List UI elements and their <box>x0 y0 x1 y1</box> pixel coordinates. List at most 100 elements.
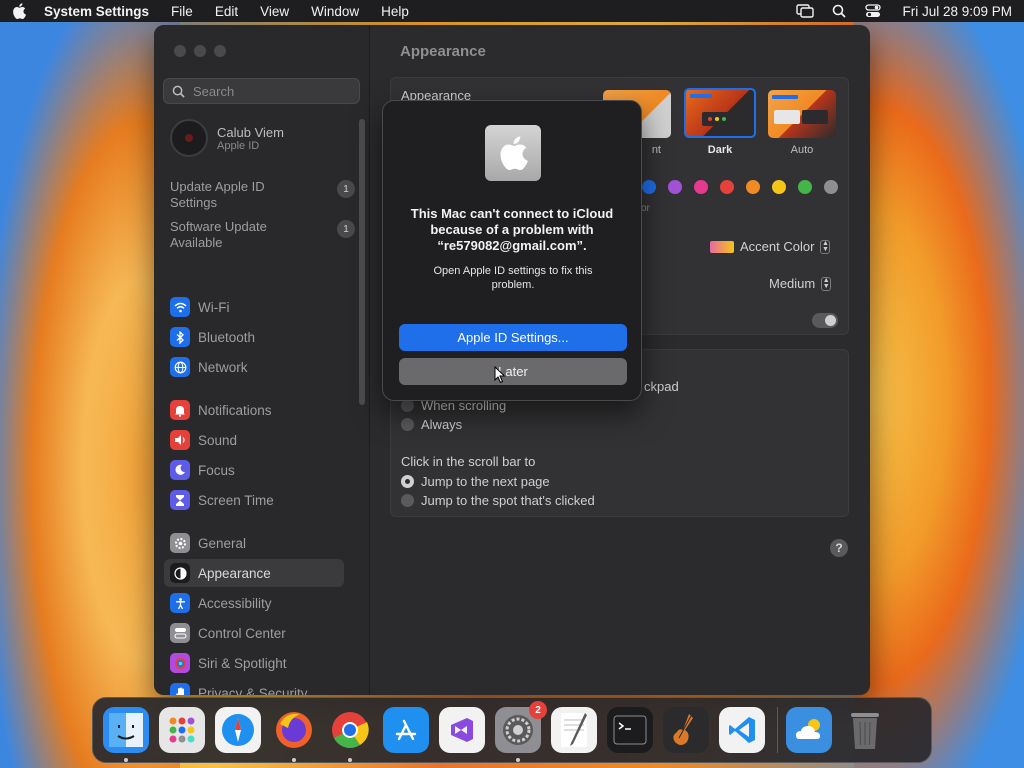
safari-icon[interactable] <box>215 707 261 753</box>
sidebar-item-label: General <box>198 535 247 551</box>
menu-help[interactable]: Help <box>381 4 409 19</box>
sidebar-item-label: Focus <box>198 462 235 478</box>
theme-dark-thumbnail[interactable] <box>684 88 756 138</box>
menu-app-name[interactable]: System Settings <box>44 4 149 19</box>
notice-count-badge: 1 <box>337 220 355 238</box>
accent-color-swatch[interactable] <box>642 180 656 194</box>
sidebar-item-bluetooth[interactable]: Bluetooth <box>164 323 344 351</box>
radio-always[interactable]: Always <box>401 417 462 432</box>
control-center-icon[interactable] <box>864 4 882 18</box>
menu-view[interactable]: View <box>260 4 289 19</box>
apple-id-profile[interactable]: Calub Viem Apple ID <box>170 119 284 157</box>
accent-color-swatch[interactable] <box>668 180 682 194</box>
menu-window[interactable]: Window <box>311 4 359 19</box>
bluetooth-icon <box>170 327 190 347</box>
sidebar-item-label: Sound <box>198 432 238 448</box>
theme-auto-thumbnail[interactable] <box>768 90 836 138</box>
radio-jump-next-page[interactable]: Jump to the next page <box>401 474 550 489</box>
terminal-icon[interactable] <box>607 707 653 753</box>
accent-color-swatch[interactable] <box>798 180 812 194</box>
sidebar-item-focus[interactable]: Focus <box>164 456 344 484</box>
search-field[interactable] <box>163 78 360 104</box>
notice-update-apple-id[interactable]: Update Apple ID Settings 1 <box>170 179 355 211</box>
running-indicator <box>516 758 520 762</box>
accent-color-swatch[interactable] <box>824 180 838 194</box>
visual-studio-icon[interactable] <box>439 707 485 753</box>
apple-menu-icon[interactable] <box>12 3 26 19</box>
sidebar-item-sound[interactable]: Sound <box>164 426 344 454</box>
scroll-bars-partial-label: ckpad <box>644 379 679 394</box>
sidebar-item-control-center[interactable]: Control Center <box>164 619 344 647</box>
window-controls <box>174 45 226 57</box>
sidebar-item-label: Network <box>198 359 248 375</box>
dialog-title: This Mac can't connect to iCloud because… <box>410 206 614 253</box>
vscode-icon[interactable] <box>719 707 765 753</box>
hand-icon <box>170 683 190 695</box>
running-indicator <box>124 758 128 762</box>
menu-bar: System Settings File Edit View Window He… <box>0 0 1024 22</box>
launchpad-icon[interactable] <box>159 707 205 753</box>
theme-dark-label: Dark <box>707 144 733 156</box>
sidebar-item-privacy-security[interactable]: Privacy & Security <box>164 679 344 695</box>
dialog-message: Open Apple ID settings to fix this probl… <box>433 265 593 291</box>
avatar <box>170 119 208 157</box>
moon-icon <box>170 460 190 480</box>
radio-indicator <box>401 418 414 431</box>
zoom-button[interactable] <box>214 45 226 57</box>
sidebar: Calub Viem Apple ID Update Apple ID Sett… <box>154 25 370 695</box>
wallpaper-left <box>0 22 180 768</box>
radio-indicator <box>401 494 414 507</box>
spotlight-search-icon[interactable] <box>830 4 848 18</box>
garageband-icon[interactable] <box>663 707 709 753</box>
sidebar-item-label: Appearance <box>198 565 271 581</box>
chrome-icon[interactable] <box>327 707 373 762</box>
sidebar-item-network[interactable]: Network <box>164 353 344 381</box>
accessibility-icon <box>170 593 190 613</box>
sidebar-item-general[interactable]: General <box>164 529 344 557</box>
system-settings-icon[interactable]: 2 <box>495 701 547 762</box>
profile-name: Calub Viem <box>217 124 284 140</box>
search-input[interactable] <box>193 83 343 99</box>
menu-clock[interactable]: Fri Jul 28 9:09 PM <box>902 4 1012 19</box>
screen-mirroring-icon[interactable] <box>796 4 815 18</box>
firefox-icon[interactable] <box>271 707 317 762</box>
sidebar-item-siri-spotlight[interactable]: Siri & Spotlight <box>164 649 344 677</box>
accent-color-swatch[interactable] <box>746 180 760 194</box>
running-indicator <box>292 758 296 762</box>
sidebar-item-notifications[interactable]: Notifications <box>164 396 344 424</box>
textedit-icon[interactable] <box>551 707 597 753</box>
radio-jump-spot-clicked[interactable]: Jump to the spot that's clicked <box>401 493 595 508</box>
weather-icon[interactable] <box>786 707 832 753</box>
chevron-updown-icon: ▲ ▼ <box>821 276 832 291</box>
wallpaper-tinting-toggle[interactable] <box>812 313 838 328</box>
trash-icon[interactable] <box>842 707 888 753</box>
accent-color-swatch[interactable] <box>694 180 708 194</box>
sidebar-item-accessibility[interactable]: Accessibility <box>164 589 344 617</box>
menu-file[interactable]: File <box>171 4 193 19</box>
highlight-color-popup[interactable]: Accent Color ▲ ▼ <box>710 239 831 254</box>
finder-icon[interactable] <box>103 707 149 762</box>
close-button[interactable] <box>174 45 186 57</box>
sidebar-item-label: Control Center <box>198 625 286 641</box>
sidebar-item-label: Privacy & Security <box>198 685 308 696</box>
help-button[interactable]: ? <box>830 539 848 557</box>
notice-software-update[interactable]: Software Update Available 1 <box>170 219 355 251</box>
radio-label: Jump to the next page <box>421 474 550 489</box>
globe-icon <box>170 357 190 377</box>
later-button[interactable]: Later <box>399 358 627 385</box>
app-store-icon[interactable] <box>383 707 429 753</box>
sidebar-icon-size-popup[interactable]: Medium ▲ ▼ <box>769 276 832 291</box>
sidebar-item-screen-time[interactable]: Screen Time <box>164 486 344 514</box>
menu-edit[interactable]: Edit <box>215 4 238 19</box>
sidebar-item-label: Siri & Spotlight <box>198 655 287 671</box>
sidebar-scrollbar[interactable] <box>359 119 365 405</box>
sidebar-item-wi-fi[interactable]: Wi-Fi <box>164 293 344 321</box>
accent-color-swatch[interactable] <box>772 180 786 194</box>
sidebar-item-appearance[interactable]: Appearance <box>164 559 344 587</box>
radio-indicator <box>401 475 414 488</box>
sidebar-item-label: Bluetooth <box>198 329 256 345</box>
apple-id-settings-button[interactable]: Apple ID Settings... <box>399 324 627 351</box>
accent-color-swatch[interactable] <box>720 180 734 194</box>
minimize-button[interactable] <box>194 45 206 57</box>
click-scroll-bar-label: Click in the scroll bar to <box>401 454 536 469</box>
